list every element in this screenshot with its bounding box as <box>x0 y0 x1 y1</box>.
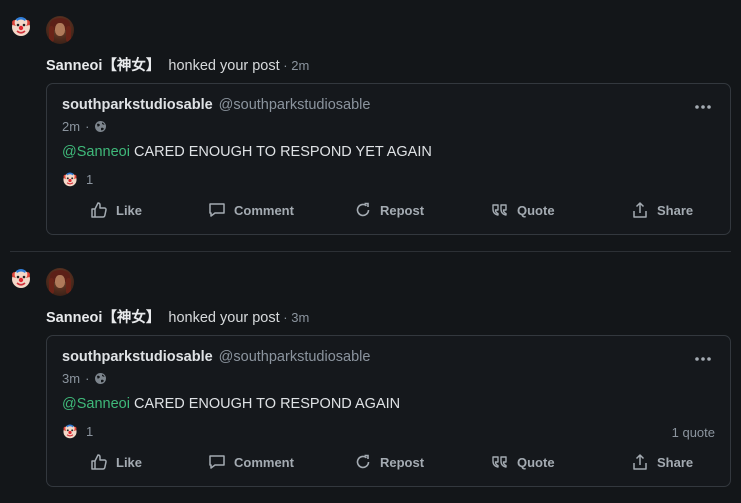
divider <box>10 251 731 252</box>
like-label: Like <box>116 202 143 218</box>
repost-button[interactable]: Repost <box>354 201 424 219</box>
comment-icon <box>209 455 225 469</box>
share-icon <box>633 202 647 218</box>
quote-icon <box>492 204 507 216</box>
share-button[interactable]: Share <box>631 453 693 471</box>
comment-label: Comment <box>234 454 294 470</box>
repost-label: Repost <box>380 202 425 218</box>
share-label: Share <box>657 454 694 470</box>
comment-icon <box>209 203 225 217</box>
post-card[interactable]: southparkstudiosable @southparkstudiosabl… <box>46 335 731 487</box>
notification-time: · 2m <box>279 58 310 73</box>
quote-label: Quote <box>517 202 555 218</box>
like-button[interactable]: Like <box>90 201 142 219</box>
comment-label: Comment <box>234 202 294 218</box>
notification-action: honked your post <box>168 58 280 74</box>
quote-count[interactable]: 1 quote <box>672 425 715 440</box>
post-content: @Sanneoi CARED ENOUGH TO RESPOND AGAIN <box>62 396 400 412</box>
post-time[interactable]: 2m <box>62 119 80 134</box>
quote-icon <box>492 456 507 468</box>
notification-time: · 3m <box>279 310 310 325</box>
clown-reaction-icon <box>63 172 77 187</box>
clown-honk-icon <box>12 269 30 288</box>
post-author[interactable]: southparkstudiosable <box>62 97 213 113</box>
post-actions: Like Comment Repost Quote Share <box>47 453 730 475</box>
reaction-summary[interactable]: 1 <box>62 171 93 187</box>
mention-link[interactable]: @Sanneoi <box>62 396 130 412</box>
more-options-icon[interactable] <box>694 100 712 114</box>
notification-feed: Sanneoi【神女】 honked your post · 2m southpa… <box>0 0 741 503</box>
meta-separator: · <box>85 371 90 386</box>
clown-honk-icon <box>12 17 30 36</box>
comment-button[interactable]: Comment <box>208 201 294 219</box>
avatar[interactable] <box>46 268 74 296</box>
post-handle[interactable]: @southparkstudiosable <box>219 349 371 365</box>
more-options-icon[interactable] <box>694 352 712 366</box>
comment-button[interactable]: Comment <box>208 453 294 471</box>
share-icon <box>633 454 647 470</box>
thumbs-up-icon <box>91 454 107 470</box>
meta-separator: · <box>85 119 90 134</box>
post-actions: Like Comment Repost Quote Share <box>47 201 730 223</box>
post-content: @Sanneoi CARED ENOUGH TO RESPOND YET AGA… <box>62 144 432 160</box>
globe-icon <box>95 373 107 384</box>
like-button[interactable]: Like <box>90 453 142 471</box>
thumbs-up-icon <box>91 202 107 218</box>
reaction-count: 1 <box>86 423 94 439</box>
quote-label: Quote <box>517 454 555 470</box>
post-handle[interactable]: @southparkstudiosable <box>219 97 371 113</box>
repost-button[interactable]: Repost <box>354 453 424 471</box>
reaction-summary[interactable]: 1 <box>62 423 93 439</box>
reaction-count: 1 <box>86 171 94 187</box>
share-label: Share <box>657 202 694 218</box>
actor-name[interactable]: Sanneoi【神女】 <box>46 310 160 326</box>
post-text: CARED ENOUGH TO RESPOND AGAIN <box>129 396 401 412</box>
notification-action: honked your post <box>168 310 280 326</box>
quote-button[interactable]: Quote <box>491 453 555 471</box>
quote-button[interactable]: Quote <box>491 201 555 219</box>
post-card[interactable]: southparkstudiosable @southparkstudiosabl… <box>46 83 731 235</box>
notification-text: Sanneoi【神女】 honked your post · 3m <box>46 306 309 327</box>
globe-icon <box>95 121 107 132</box>
post-time[interactable]: 3m <box>62 371 80 386</box>
post-author[interactable]: southparkstudiosable <box>62 349 213 365</box>
repost-icon <box>356 202 370 217</box>
like-label: Like <box>116 454 143 470</box>
actor-name[interactable]: Sanneoi【神女】 <box>46 58 160 74</box>
post-text: CARED ENOUGH TO RESPOND YET AGAIN <box>129 144 432 160</box>
notification-text: Sanneoi【神女】 honked your post · 2m <box>46 54 309 75</box>
clown-reaction-icon <box>63 424 77 439</box>
share-button[interactable]: Share <box>631 201 693 219</box>
mention-link[interactable]: @Sanneoi <box>62 144 130 160</box>
repost-label: Repost <box>380 454 425 470</box>
avatar[interactable] <box>46 16 74 44</box>
repost-icon <box>356 454 370 469</box>
